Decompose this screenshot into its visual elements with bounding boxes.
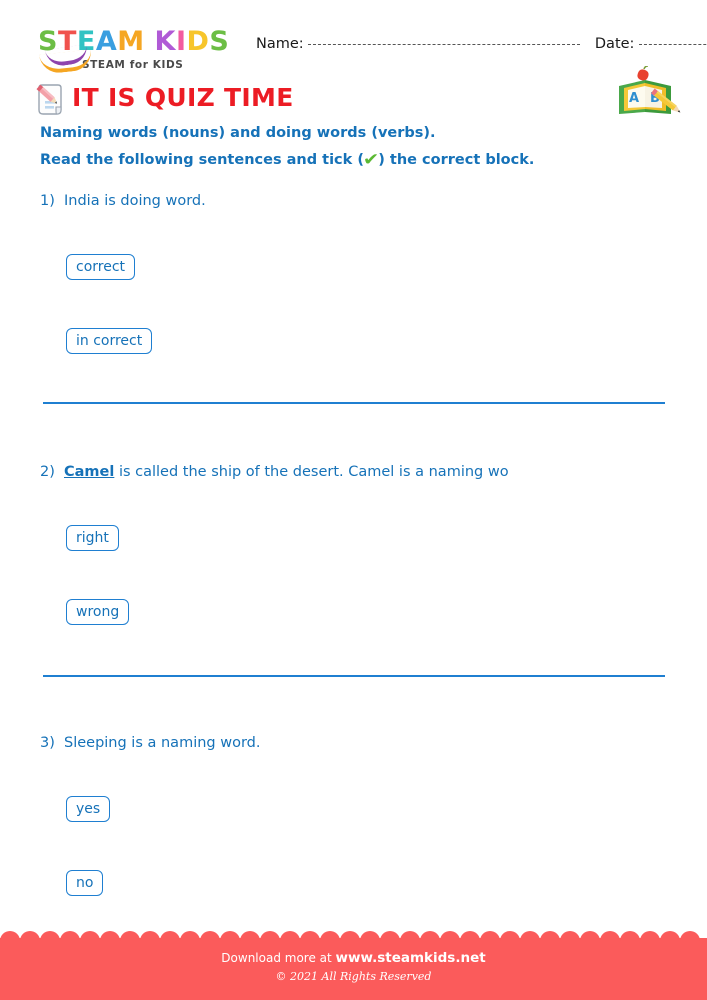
footer-download-line: Download more at www.steamkids.net — [0, 950, 707, 967]
footer-copyright: © 2021 All Rights Reserved — [275, 970, 432, 983]
footer-content: Download more at www.steamkids.net © 202… — [0, 950, 707, 985]
option-box-2-wrong[interactable]: wrong — [66, 599, 130, 625]
name-label: Name: — [256, 36, 304, 52]
page-header: STEAM KIDS STEAM for KIDS Name: Date: — [38, 26, 707, 75]
footer-scallop-edge — [0, 931, 707, 949]
logo-letter-k: K — [154, 26, 176, 57]
question-number-3: 3) — [40, 735, 55, 751]
question-number-1: 1) — [40, 193, 55, 209]
date-input-line[interactable] — [639, 43, 707, 45]
logo-letter-s2: S — [209, 26, 230, 57]
logo-tagline: STEAM for KIDS — [82, 59, 184, 71]
logo-letter-m: M — [117, 26, 145, 57]
name-date-field-row: Name: Date: — [256, 36, 707, 52]
name-input-line[interactable] — [308, 43, 581, 45]
option-label-3-no: no — [76, 875, 94, 891]
question-emphasis-2: Camel — [64, 464, 115, 480]
option-box-3-yes[interactable]: yes — [66, 796, 111, 822]
abc-book-icon: A B — [615, 65, 681, 118]
question-body-1: India is doing word. — [64, 193, 206, 209]
footer-website-link[interactable]: www.steamkids.net — [336, 950, 486, 966]
option-box-3-no[interactable]: no — [66, 870, 104, 896]
question-body-3: Sleeping is a naming word. — [64, 735, 261, 751]
page-footer: Download more at www.steamkids.net © 202… — [0, 931, 707, 1000]
option-label-2-right: right — [76, 530, 109, 546]
instruction-line-2: Read the following sentences and tick (✔… — [40, 147, 640, 174]
date-label: Date: — [594, 36, 635, 52]
green-check-icon: ✔ — [362, 150, 380, 170]
logo-letter-d: D — [186, 26, 210, 57]
option-label-1-incorrect: in correct — [76, 333, 143, 349]
option-box-1-incorrect[interactable]: in correct — [66, 328, 153, 354]
option-box-1-correct[interactable]: correct — [66, 254, 136, 280]
question-divider-1 — [43, 402, 665, 404]
steam-kids-logo: STEAM KIDS STEAM for KIDS — [38, 26, 233, 75]
logo-letter-i: I — [175, 26, 187, 57]
quiz-pencil-paper-icon — [34, 82, 66, 118]
logo-letter-space — [145, 28, 155, 55]
option-label-1-correct: correct — [76, 259, 126, 275]
question-text-3: 3) Sleeping is a naming word. — [40, 735, 260, 751]
instruction-line-1: Naming words (nouns) and doing words (ve… — [40, 125, 436, 141]
question-text-2: 2) Camel is called the ship of the desert… — [40, 464, 509, 480]
page-title: IT IS QUIZ TIME — [72, 83, 294, 112]
option-label-3-yes: yes — [76, 801, 101, 817]
question-text-1: 1) India is doing word. — [40, 193, 206, 209]
option-label-2-wrong: wrong — [76, 604, 120, 620]
question-number-2: 2) — [40, 464, 55, 480]
question-divider-2 — [43, 675, 665, 677]
logo-letter-a: A — [95, 26, 118, 57]
svg-text:A: A — [629, 91, 639, 106]
instruction-line-2-before: Read the following sentences and tick ( — [40, 152, 364, 168]
worksheet-page: STEAM KIDS STEAM for KIDS Name: Date: A … — [0, 0, 707, 1000]
instructions-block: Naming words (nouns) and doing words (ve… — [40, 120, 640, 174]
instruction-line-2-after: ) the correct block. — [378, 152, 535, 168]
footer-download-prefix: Download more at — [221, 951, 336, 965]
option-box-2-right[interactable]: right — [66, 525, 119, 551]
question-body-2: is called the ship of the desert. Camel … — [114, 464, 509, 480]
